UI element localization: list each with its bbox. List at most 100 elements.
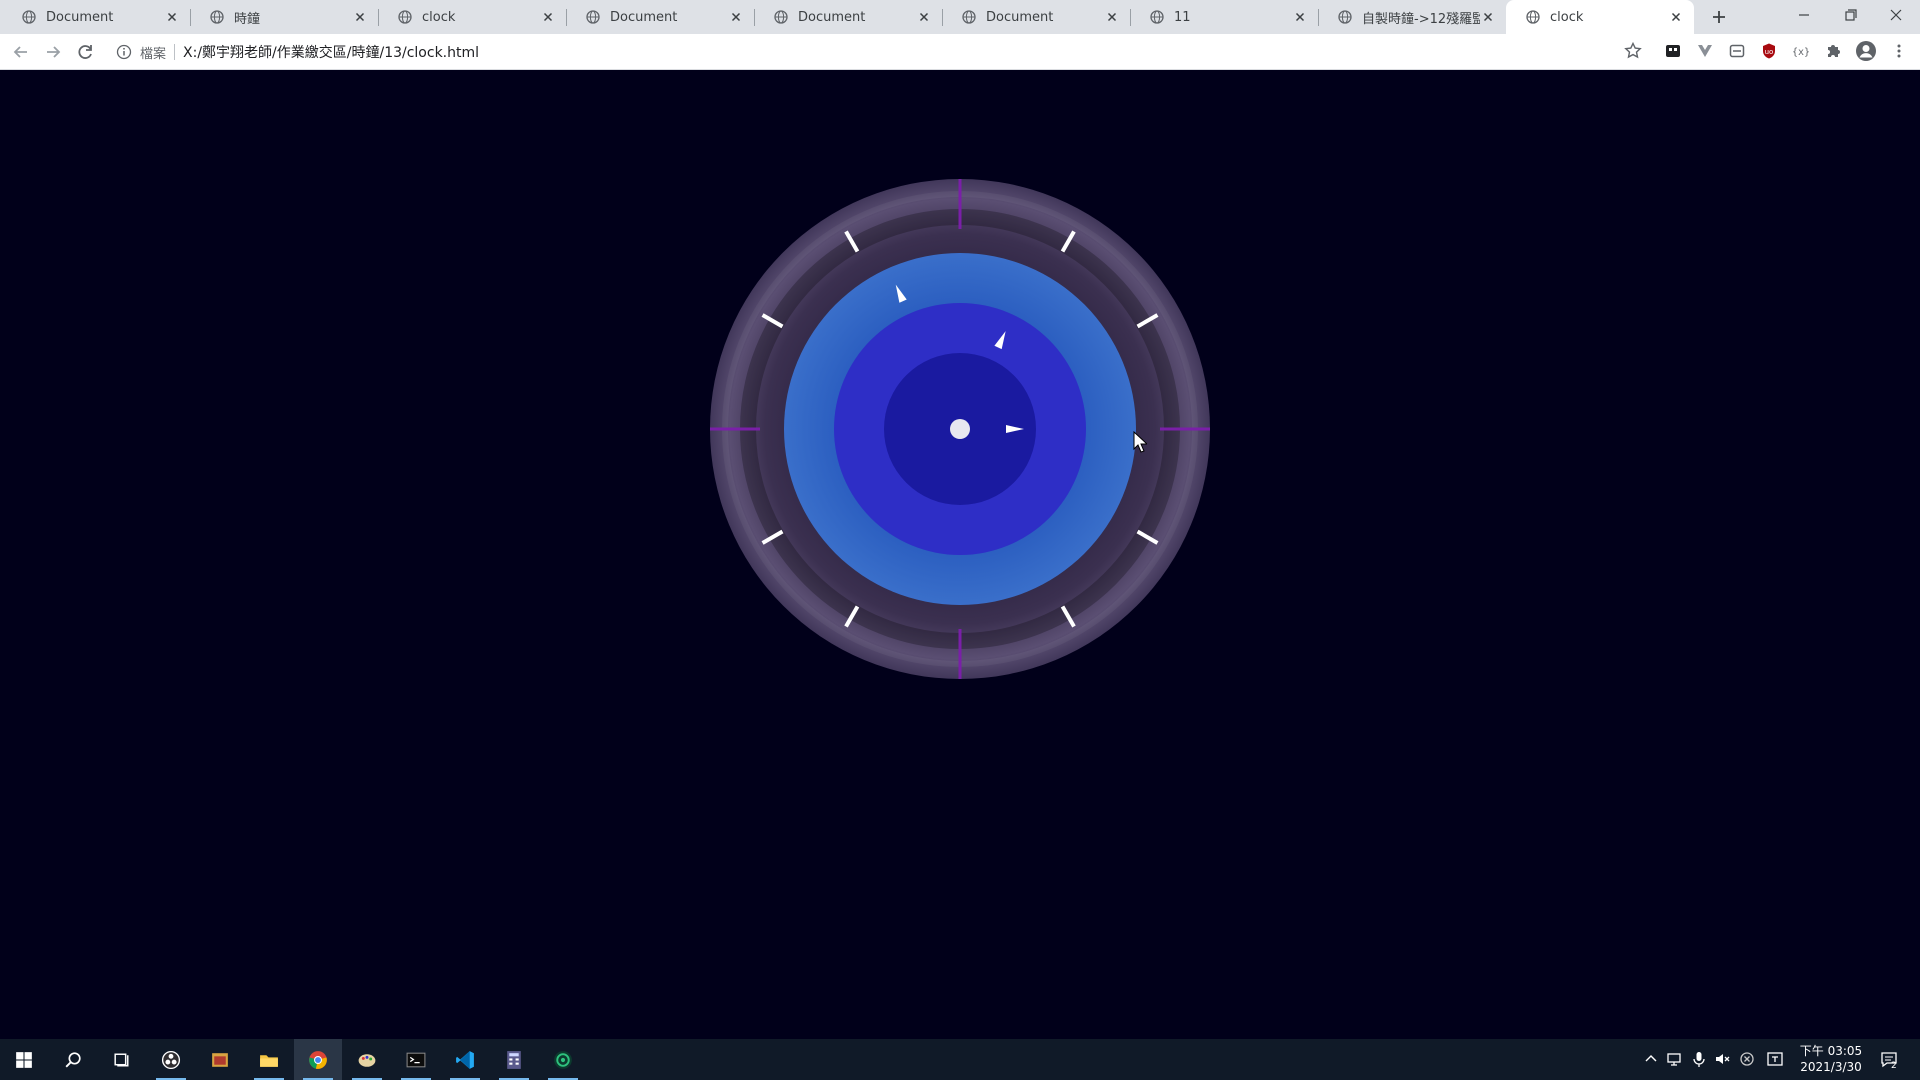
tab-title: clock <box>422 9 456 25</box>
tab-title: clock <box>1550 9 1584 25</box>
start-icon <box>16 1051 32 1068</box>
site-info-label[interactable]: 檔案 <box>140 43 166 62</box>
svg-text:uo: uo <box>1765 48 1774 56</box>
file-explorer-icon <box>260 1054 278 1067</box>
taskbar-button[interactable] <box>0 1039 48 1080</box>
extension-braces-icon[interactable]: {x} <box>1792 42 1810 60</box>
status-x-icon[interactable] <box>1738 1050 1756 1068</box>
tab-separator <box>1318 9 1319 26</box>
back-arrow-icon[interactable] <box>10 41 32 63</box>
tab-title: Document <box>610 9 678 25</box>
extension-vue-icon[interactable] <box>1696 42 1714 60</box>
profile-avatar-icon[interactable] <box>1855 40 1877 62</box>
tab-close-icon[interactable] <box>916 9 932 25</box>
tab-close-icon[interactable] <box>1480 9 1496 25</box>
tab-title: 時鐘 <box>234 11 261 27</box>
volume-muted-icon[interactable] <box>1714 1050 1732 1068</box>
url-text[interactable]: X:/鄭宇翔老師/作業繳交區/時鐘/13/clock.html <box>183 42 479 62</box>
browser-tab[interactable]: 時鐘 <box>190 0 378 34</box>
extension-dark-icon[interactable] <box>1664 42 1682 60</box>
tab-close-icon[interactable] <box>728 9 744 25</box>
terminal-icon <box>406 1052 426 1067</box>
browser-tab[interactable]: clock <box>378 0 566 34</box>
tab-separator <box>190 9 191 26</box>
extension-box-icon[interactable] <box>1728 42 1746 60</box>
tab-title: Document <box>798 9 866 25</box>
bookmark-star-icon[interactable] <box>1623 41 1643 61</box>
vscode-icon <box>456 1050 474 1069</box>
tab-close-icon[interactable] <box>352 9 368 25</box>
extensions-puzzle-icon[interactable] <box>1824 42 1842 60</box>
clock-center-dot <box>950 419 970 439</box>
new-tab-icon[interactable] <box>1708 6 1730 28</box>
globe-icon <box>1150 10 1164 24</box>
taskbar-date[interactable]: 2021/3/30 <box>1796 1059 1866 1075</box>
taskbar-button[interactable] <box>343 1039 391 1080</box>
tab-close-icon[interactable] <box>1292 9 1308 25</box>
globe-icon <box>774 10 788 24</box>
taskbar-button[interactable] <box>441 1039 489 1080</box>
tab-close-icon[interactable] <box>164 9 180 25</box>
microphone-icon[interactable] <box>1690 1050 1708 1068</box>
browser-tab[interactable]: 11 <box>1130 0 1318 34</box>
globe-icon <box>22 10 36 24</box>
url-divider <box>174 44 176 60</box>
app-icon <box>212 1052 228 1067</box>
address-bar[interactable]: 檔案 X:/鄭宇翔老師/作業繳交區/時鐘/13/clock.html <box>110 37 1642 67</box>
taskbar-button[interactable] <box>147 1039 195 1080</box>
page-viewport <box>0 71 1920 1039</box>
show-hidden-icons-icon[interactable] <box>1642 1050 1660 1068</box>
taskbar-button[interactable] <box>539 1039 587 1080</box>
tab-close-icon[interactable] <box>540 9 556 25</box>
tab-separator <box>754 9 755 26</box>
tab-separator <box>378 9 379 26</box>
calculator-icon <box>507 1050 521 1069</box>
analog-clock <box>710 179 1210 679</box>
minimize-icon[interactable] <box>1791 4 1817 26</box>
taskbar-button[interactable] <box>245 1039 293 1080</box>
taskbar-button[interactable] <box>294 1039 342 1080</box>
taskbar-button[interactable] <box>392 1039 440 1080</box>
globe-icon <box>1526 10 1540 24</box>
taskbar-button[interactable] <box>196 1039 244 1080</box>
browser-tab[interactable]: 自製時鐘->12殘羅監維 <box>1318 0 1506 34</box>
reload-icon[interactable] <box>74 41 96 63</box>
browser-menu-icon[interactable] <box>1890 42 1908 60</box>
forward-arrow-icon[interactable] <box>42 41 64 63</box>
globe-icon <box>210 10 224 24</box>
browser-tab[interactable]: Document <box>754 0 942 34</box>
tab-title: 11 <box>1174 9 1191 25</box>
globe-icon <box>962 10 976 24</box>
svg-text:{x}: {x} <box>1792 47 1810 58</box>
globe-icon <box>1338 10 1352 24</box>
search-icon <box>65 1051 81 1067</box>
input-method-icon[interactable] <box>1766 1050 1784 1068</box>
obs-icon <box>161 1050 181 1069</box>
taskbar-button[interactable] <box>98 1039 146 1080</box>
taskbar-button[interactable] <box>49 1039 97 1080</box>
browser-tab-strip: Document 時鐘 clock Document Document Document 1… <box>0 0 1920 34</box>
tab-separator <box>1130 9 1131 26</box>
mouse-cursor-icon <box>1133 431 1147 453</box>
tab-separator <box>942 9 943 26</box>
chrome-icon <box>309 1050 327 1069</box>
restore-icon[interactable] <box>1837 4 1863 26</box>
window-close-icon[interactable] <box>1883 4 1909 26</box>
tab-separator <box>566 9 567 26</box>
info-icon[interactable] <box>116 44 132 60</box>
taskbar-time[interactable]: 下午 03:05 <box>1796 1043 1866 1059</box>
network-icon[interactable] <box>1666 1050 1684 1068</box>
browser-tab[interactable]: Document <box>566 0 754 34</box>
task-view-icon <box>114 1053 129 1066</box>
ublock-shield-icon[interactable]: uo <box>1760 42 1778 60</box>
browser-tab[interactable]: Document <box>2 0 190 34</box>
paint-icon <box>358 1053 376 1067</box>
tab-close-icon[interactable] <box>1104 9 1120 25</box>
notification-count-badge: 2 <box>1891 1061 1897 1071</box>
globe-icon <box>398 10 412 24</box>
browser-tab[interactable]: clock <box>1506 0 1694 34</box>
tab-close-icon[interactable] <box>1668 9 1684 25</box>
taskbar-button[interactable] <box>490 1039 538 1080</box>
browser-tab[interactable]: Document <box>942 0 1130 34</box>
record-icon <box>554 1050 572 1069</box>
